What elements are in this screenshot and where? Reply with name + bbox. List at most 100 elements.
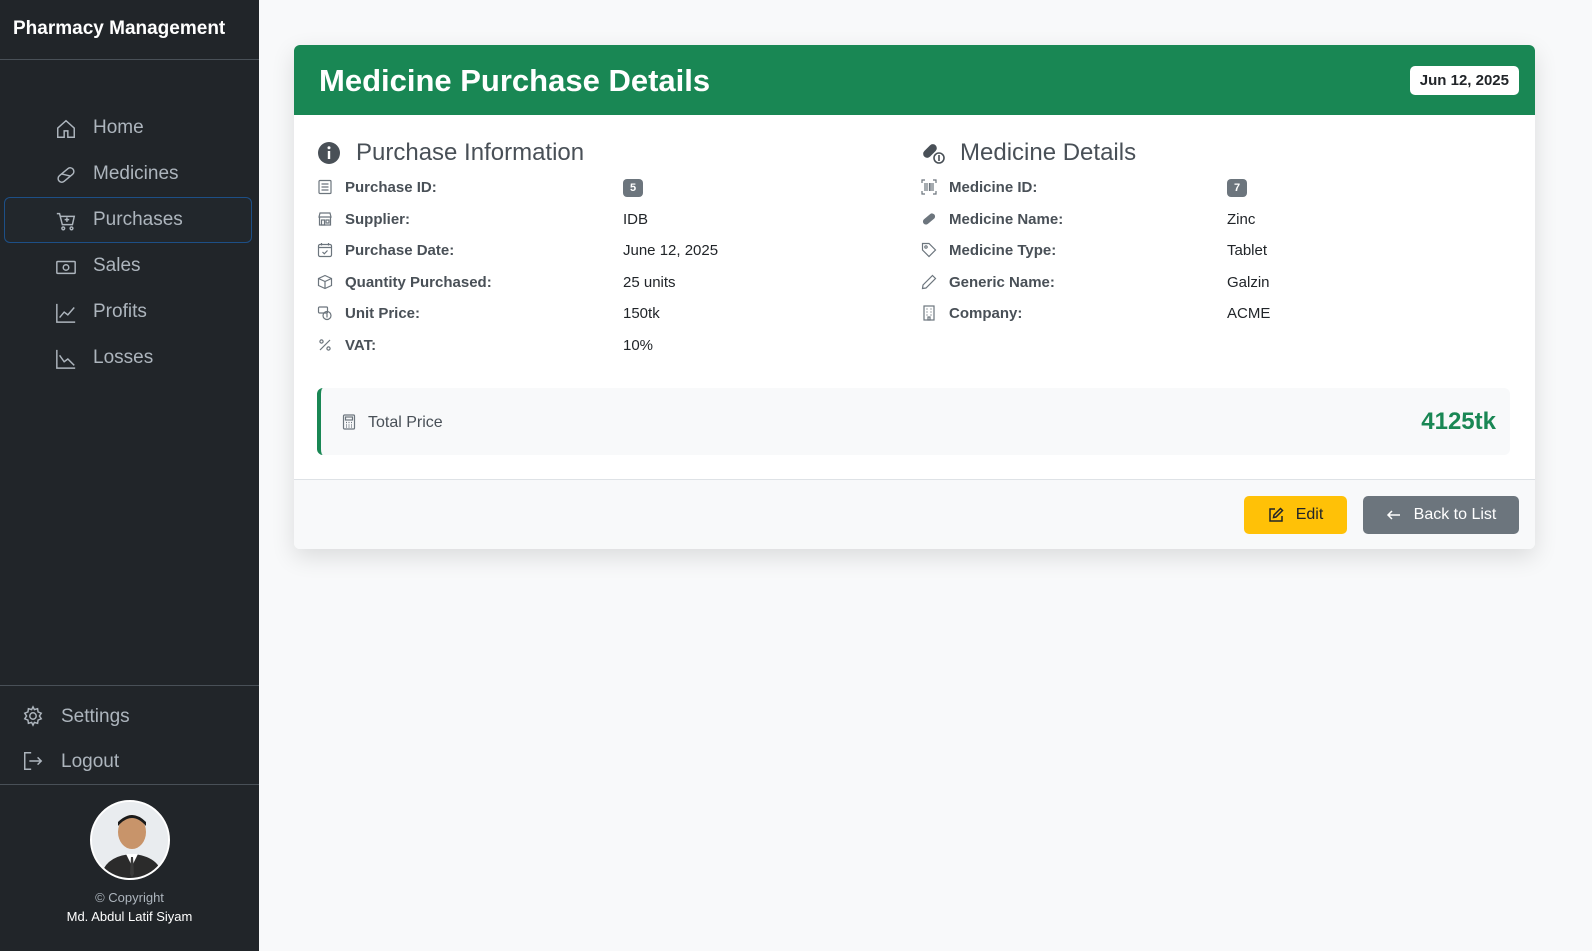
back-button-label: Back to List: [1413, 506, 1497, 523]
sidebar-item-label: Home: [93, 117, 144, 138]
avatar: [89, 800, 170, 880]
calculator-icon: [341, 414, 357, 430]
detail-row: Purchase ID: 5: [317, 173, 907, 205]
detail-value: 25 units: [623, 273, 676, 291]
graph-up-icon: [55, 302, 77, 324]
capsule-pill-icon: [921, 141, 945, 165]
detail-label: Company:: [949, 305, 1023, 322]
sidebar-item-medicines[interactable]: Medicines: [4, 151, 252, 197]
detail-value: 10%: [623, 336, 654, 354]
gear-icon: [22, 705, 44, 727]
cart-icon: [55, 210, 77, 232]
sidebar-item-losses[interactable]: Losses: [4, 335, 252, 381]
detail-value: 7: [1227, 179, 1248, 198]
graph-down-icon: [55, 348, 77, 370]
detail-row: Quantity Purchased: 25 units: [317, 268, 907, 300]
sidebar-item-label: Medicines: [93, 163, 179, 184]
sidebar-item-label: Sales: [93, 255, 141, 276]
detail-value: 150tk: [623, 305, 660, 322]
sidebar-nav: Home Medicines Purchases Sales Profits L…: [4, 105, 252, 381]
section-title-text: Medicine Details: [960, 139, 1137, 166]
edit-icon: [1268, 507, 1284, 523]
total-price-label: Total Price: [368, 414, 443, 431]
purchase-information-section: Purchase Information Purchase ID: 5 Supp…: [317, 137, 907, 362]
section-title-text: Purchase Information: [356, 139, 585, 166]
edit-button-label: Edit: [1295, 506, 1324, 523]
page-title: Medicine Purchase Details: [319, 63, 711, 98]
tag-icon: [921, 242, 937, 258]
detail-row: VAT: 10%: [317, 331, 907, 363]
sidebar-item-label: Purchases: [93, 209, 183, 230]
percent-icon: [317, 337, 333, 353]
coin-icon: [317, 305, 333, 321]
shop-icon: [317, 211, 333, 227]
card-header: Medicine Purchase Details Jun 12, 2025: [294, 45, 1535, 115]
sidebar-item-home[interactable]: Home: [4, 105, 252, 151]
detail-label: Medicine ID:: [949, 179, 1038, 196]
detail-label: Medicine Type:: [949, 242, 1057, 259]
detail-row: Medicine ID: 7: [921, 173, 1511, 205]
detail-row: Medicine Type: Tablet: [921, 236, 1511, 268]
sidebar-item-label: Logout: [61, 750, 120, 772]
detail-row: Company: ACME: [921, 299, 1511, 331]
sidebar-item-profits[interactable]: Profits: [4, 289, 252, 335]
building-icon: [921, 305, 937, 321]
back-to-list-button[interactable]: Back to List: [1363, 496, 1519, 534]
total-price-value: 4125tk: [1421, 408, 1496, 435]
sidebar-item-label: Settings: [61, 705, 130, 727]
detail-row: Medicine Name: Zinc: [921, 205, 1511, 237]
sidebar-item-label: Losses: [93, 347, 154, 368]
logout-icon: [22, 750, 44, 772]
detail-row: Supplier: IDB: [317, 205, 907, 237]
sidebar-bottom-nav: Settings Logout: [0, 685, 259, 785]
detail-label: Generic Name:: [949, 273, 1055, 291]
detail-label: VAT:: [345, 336, 377, 354]
detail-label: Quantity Purchased:: [345, 273, 492, 291]
sidebar-item-purchases[interactable]: Purchases: [4, 197, 252, 243]
detail-label: Purchase ID:: [345, 179, 437, 196]
copyright-text: © Copyright: [95, 890, 164, 905]
medicine-details-section: Medicine Details Medicine ID: 7 Medicine…: [921, 137, 1511, 331]
box-icon: [317, 274, 333, 290]
cash-icon: [55, 256, 77, 278]
total-price-box: Total Price 4125tk: [317, 388, 1510, 455]
app-title: Pharmacy Management: [0, 0, 259, 60]
info-icon: [317, 141, 341, 165]
detail-value: ACME: [1227, 305, 1271, 322]
detail-value: Galzin: [1227, 273, 1270, 291]
receipt-icon: [317, 179, 333, 195]
detail-row: Generic Name: Galzin: [921, 268, 1511, 300]
sidebar-item-label: Profits: [93, 301, 147, 322]
barcode-icon: [921, 179, 937, 195]
home-icon: [55, 118, 77, 140]
section-title: Medicine Details: [921, 137, 1511, 173]
section-title: Purchase Information: [317, 137, 907, 173]
detail-row: Purchase Date: June 12, 2025: [317, 236, 907, 268]
sidebar-item-settings[interactable]: Settings: [0, 694, 259, 739]
sidebar-item-logout[interactable]: Logout: [0, 739, 259, 784]
arrow-left-icon: [1386, 507, 1402, 523]
detail-value: June 12, 2025: [623, 242, 719, 259]
detail-value: Zinc: [1227, 210, 1256, 228]
detail-row: Unit Price: 150tk: [317, 299, 907, 331]
capsule-icon: [921, 211, 937, 227]
author-name: Md. Abdul Latif Siyam: [66, 909, 193, 924]
pen-icon: [921, 274, 937, 290]
detail-label: Purchase Date:: [345, 242, 455, 259]
profile: © Copyright Md. Abdul Latif Siyam: [0, 800, 259, 924]
capsule-icon: [55, 164, 77, 186]
purchase-details-card: Medicine Purchase Details Jun 12, 2025 P…: [294, 45, 1535, 549]
card-footer: Edit Back to List: [294, 479, 1535, 549]
detail-label: Unit Price:: [345, 305, 421, 322]
edit-button[interactable]: Edit: [1244, 496, 1347, 534]
sidebar: Pharmacy Management Home Medicines Purch…: [0, 0, 259, 951]
sidebar-item-sales[interactable]: Sales: [4, 243, 252, 289]
detail-value: 5: [623, 179, 644, 198]
detail-value: IDB: [623, 210, 649, 228]
detail-label: Medicine Name:: [949, 210, 1064, 228]
calendar-check-icon: [317, 242, 333, 258]
purchase-id-badge: 5: [623, 179, 644, 197]
detail-label: Supplier:: [345, 210, 411, 228]
medicine-id-badge: 7: [1227, 179, 1248, 197]
detail-value: Tablet: [1227, 242, 1268, 259]
